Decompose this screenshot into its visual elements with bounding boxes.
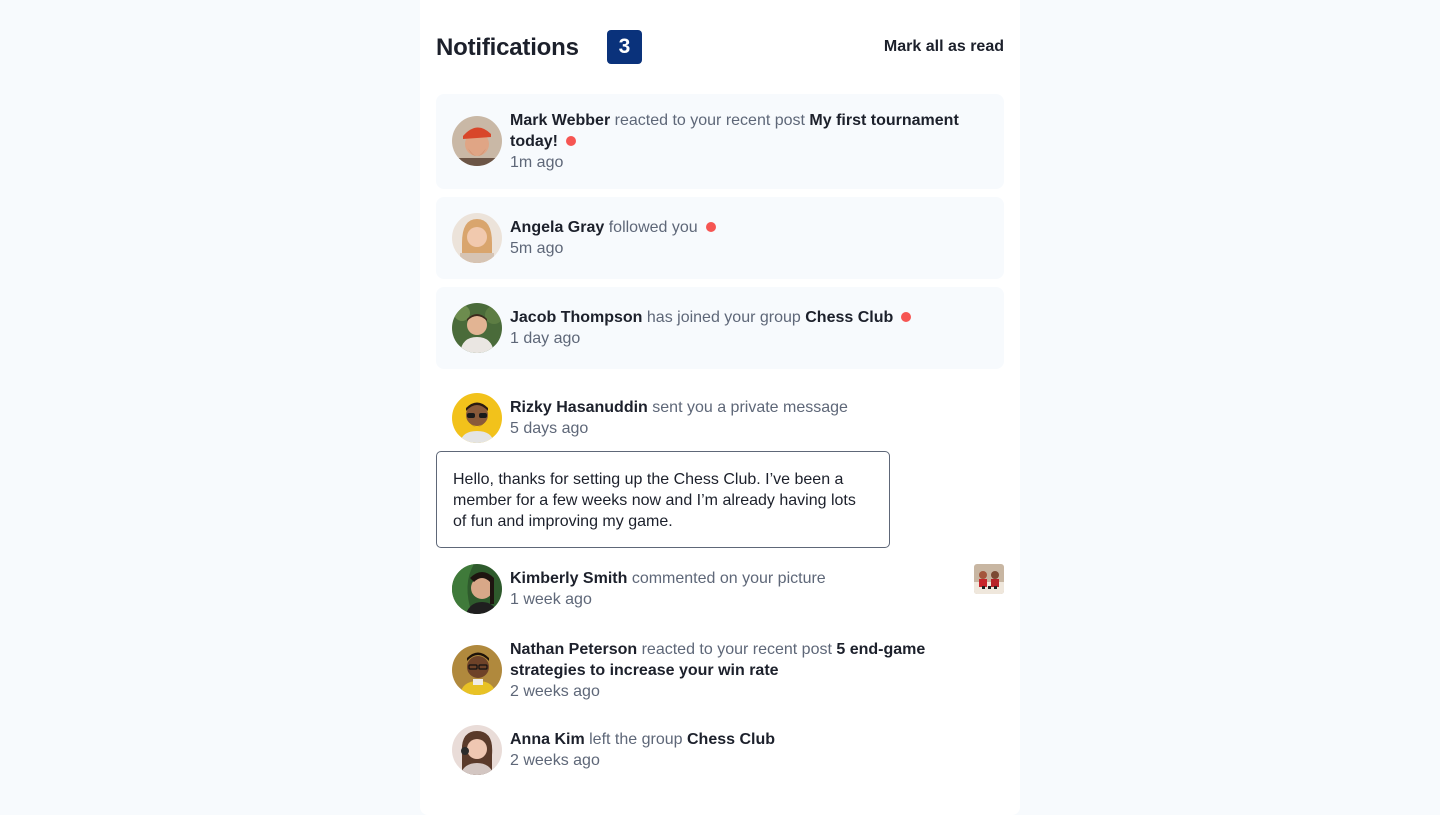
- notification-content: Angela Gray followed you 5m ago: [510, 217, 988, 259]
- user-name[interactable]: Nathan Peterson: [510, 641, 637, 658]
- notification-time: 5 days ago: [510, 420, 589, 437]
- unread-dot: [901, 311, 912, 322]
- notification-content: Rizky Hasanuddin sent you a private mess…: [510, 397, 988, 439]
- notification-item[interactable]: Mark Webber reacted to your recent post …: [436, 94, 1004, 189]
- commented-picture-thumbnail[interactable]: [974, 564, 1004, 594]
- post-link-continued[interactable]: strategies to increase your win rate: [510, 662, 779, 679]
- avatar-jacob-thompson[interactable]: [452, 303, 502, 353]
- post-link[interactable]: 5 end-game: [836, 641, 925, 658]
- notification-action: has joined your group: [646, 309, 801, 326]
- user-name[interactable]: Anna Kim: [510, 731, 585, 748]
- notification-content: Nathan Peterson reacted to your recent p…: [510, 639, 988, 702]
- user-name[interactable]: Mark Webber: [510, 112, 610, 129]
- unread-count-badge: 3: [607, 30, 642, 64]
- notification-action: commented on your picture: [631, 570, 826, 587]
- private-message[interactable]: Hello, thanks for setting up the Chess C…: [436, 451, 890, 548]
- user-name[interactable]: Rizky Hasanuddin: [510, 399, 648, 416]
- notification-time: 5m ago: [510, 240, 564, 257]
- notification-time: 1 week ago: [510, 591, 592, 608]
- avatar-kimberly-smith[interactable]: [452, 564, 502, 614]
- user-name[interactable]: Jacob Thompson: [510, 309, 642, 326]
- notification-item[interactable]: Anna Kim left the group Chess Club 2 wee…: [436, 716, 1004, 786]
- post-link-continued[interactable]: today!: [510, 133, 558, 150]
- notification-content: Kimberly Smith commented on your picture…: [510, 568, 988, 610]
- notification-time: 1 day ago: [510, 330, 581, 347]
- group-link[interactable]: Chess Club: [687, 731, 775, 748]
- notification-time: 1m ago: [510, 154, 564, 171]
- notification-action: followed you: [608, 219, 698, 236]
- group-link[interactable]: Chess Club: [805, 309, 893, 326]
- notification-action: sent you a private message: [652, 399, 848, 416]
- unread-dot: [566, 135, 576, 146]
- avatar-angela-gray[interactable]: [452, 213, 502, 263]
- user-name[interactable]: Angela Gray: [510, 219, 604, 236]
- notification-content: Anna Kim left the group Chess Club 2 wee…: [510, 729, 988, 771]
- avatar-rizky-hasanuddin[interactable]: [452, 393, 502, 443]
- notifications-panel: Notifications 3 Mark all as read Mark We…: [420, 0, 1020, 815]
- notification-time: 2 weeks ago: [510, 683, 600, 700]
- notification-item[interactable]: Rizky Hasanuddin sent you a private mess…: [436, 377, 1004, 447]
- post-link[interactable]: My first tournament: [809, 112, 958, 129]
- unread-dot: [705, 221, 716, 232]
- notification-item[interactable]: Jacob Thompson has joined your group Che…: [436, 287, 1004, 369]
- avatar-nathan-peterson[interactable]: [452, 645, 502, 695]
- notification-action: reacted to your recent post: [614, 112, 805, 129]
- notification-content: Jacob Thompson has joined your group Che…: [510, 307, 988, 349]
- notification-action: reacted to your recent post: [641, 641, 832, 658]
- page-title: Notifications: [436, 34, 579, 61]
- user-name[interactable]: Kimberly Smith: [510, 570, 627, 587]
- mark-all-as-read-button[interactable]: Mark all as read: [884, 38, 1004, 56]
- notification-time: 2 weeks ago: [510, 752, 600, 769]
- avatar-anna-kim[interactable]: [452, 725, 502, 775]
- notification-item[interactable]: Angela Gray followed you 5m ago: [436, 197, 1004, 279]
- avatar-mark-webber[interactable]: [452, 116, 502, 166]
- notification-item[interactable]: Kimberly Smith commented on your picture…: [436, 556, 1004, 626]
- notification-content: Mark Webber reacted to your recent post …: [510, 110, 988, 173]
- notifications-header: Notifications 3 Mark all as read: [436, 28, 1004, 68]
- notification-action: left the group: [589, 731, 683, 748]
- notification-item[interactable]: Nathan Peterson reacted to your recent p…: [436, 634, 1004, 716]
